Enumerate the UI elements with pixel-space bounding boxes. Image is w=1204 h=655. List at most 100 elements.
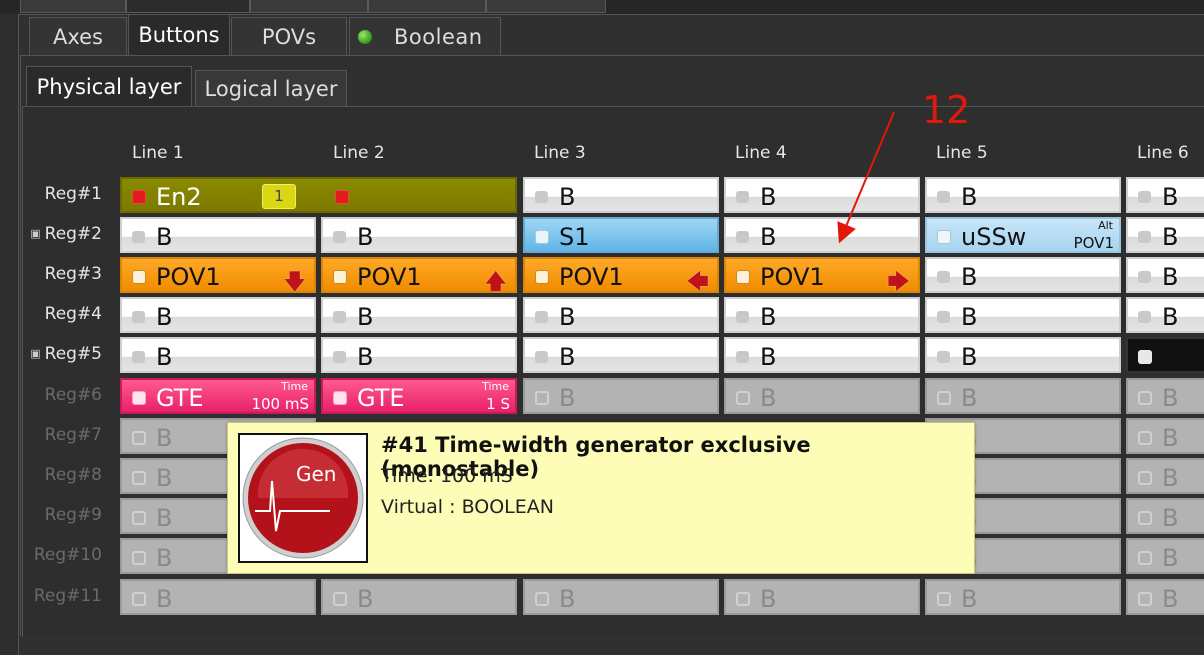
red-led-icon [132,190,146,204]
led-icon [333,391,347,405]
led-icon [937,351,950,363]
button-cell[interactable]: B [1126,458,1204,494]
led-icon [736,191,749,203]
red-led-icon [335,190,349,204]
cell-label: B [1162,223,1179,251]
button-cell[interactable]: En2 1 [120,177,517,213]
led-icon [937,391,951,405]
down-arrow-icon: 🡇 [283,270,306,293]
button-cell[interactable]: B [1126,257,1204,293]
button-cell[interactable]: B [523,177,719,213]
button-cell[interactable]: S1 [523,217,719,253]
cell-label: B [760,303,777,331]
button-cell[interactable]: GTE Time 100 mS [120,378,316,414]
led-icon [1138,592,1152,606]
button-cell[interactable]: B [724,378,920,414]
button-cell[interactable]: B [925,177,1121,213]
button-cell[interactable]: B [925,337,1121,373]
row-header: Reg#11 [33,586,102,606]
button-cell[interactable]: B [724,217,920,253]
button-cell[interactable]: B [321,217,517,253]
led-icon [1138,431,1152,445]
button-cell[interactable] [1126,337,1204,373]
button-cell[interactable]: B [925,257,1121,293]
led-icon [333,351,346,363]
button-cell[interactable]: B [724,177,920,213]
tab-boolean[interactable]: Boolean [349,17,501,55]
cell-label: B [357,343,374,371]
cell-label: B [156,544,173,572]
tab-test[interactable] [368,0,486,13]
button-cell[interactable]: B [120,217,316,253]
row-header: ▣ Reg#5 [30,344,102,364]
button-cell[interactable]: B [925,297,1121,333]
led-icon [736,270,750,284]
tab-axes[interactable]: Axes [29,17,127,55]
tab-povs[interactable]: POVs [231,17,347,55]
button-cell[interactable]: B [523,579,719,615]
cell-label: S1 [559,223,590,251]
cell-label: En2 [156,183,202,211]
button-cell[interactable]: B [1126,538,1204,574]
tab-info[interactable] [486,0,606,13]
button-cell[interactable]: B [523,337,719,373]
tab-buttons[interactable]: Buttons [128,14,230,55]
row-header: ▣ Reg#2 [30,224,102,244]
button-cell[interactable]: B [1126,217,1204,253]
cell-label: B [961,263,978,291]
tab-logical-layer[interactable]: Logical layer [195,70,347,106]
button-cell[interactable]: B [523,297,719,333]
button-cell[interactable]: B [724,297,920,333]
left-arrow-icon: 🡄 [686,270,709,293]
button-cell[interactable]: B [321,337,517,373]
cell-label: uSSw [961,223,1027,251]
button-cell[interactable]: B [1126,418,1204,454]
cell-label: B [961,303,978,331]
button-cell[interactable]: B [120,579,316,615]
cell-label: B [760,223,777,251]
tab-macro[interactable] [250,0,368,13]
button-cell[interactable]: B [925,378,1121,414]
led-icon [535,592,549,606]
led-icon [333,592,347,606]
cell-label: GTE [156,384,204,412]
button-cell[interactable]: uSSw Alt POV1 [925,217,1121,253]
button-cell[interactable]: B [1126,498,1204,534]
cell-label: B [1162,303,1179,331]
row-header: Reg#8 [44,465,102,485]
tab-active-main[interactable] [126,0,250,13]
button-cell[interactable]: B [925,579,1121,615]
button-cell[interactable]: POV1 🡄 [523,257,719,293]
cell-label: B [760,183,777,211]
button-cell[interactable]: B [523,378,719,414]
button-cell[interactable]: POV1 🡅 [321,257,517,293]
cell-label: B [559,384,576,412]
button-cell[interactable]: B [1126,177,1204,213]
button-cell[interactable]: B [1126,579,1204,615]
button-cell[interactable]: B [1126,297,1204,333]
button-cell[interactable]: GTE Time 1 S [321,378,517,414]
led-icon [333,311,346,323]
cell-label: B [156,223,173,251]
button-cell[interactable]: POV1 🡇 [120,257,316,293]
tab-physical-layer[interactable]: Physical layer [26,66,192,106]
cell-label: POV1 [156,263,221,291]
button-cell[interactable]: B [321,297,517,333]
cell-modifier-label: Alt [1098,219,1113,232]
led-icon [736,231,749,243]
tab-global[interactable] [20,0,126,13]
button-cell[interactable]: B [120,297,316,333]
led-icon [937,230,951,244]
button-cell[interactable]: B [724,337,920,373]
button-cell[interactable]: B [724,579,920,615]
tooltip-time: Time: 100 mS [381,465,513,487]
right-arrow-icon: 🡆 [887,270,910,293]
cell-label: B [760,585,777,613]
column-header: Line 4 [735,143,787,163]
lock-icon: ▣ [30,227,41,240]
button-cell[interactable]: B [321,579,517,615]
button-cell[interactable]: B [1126,378,1204,414]
button-cell[interactable]: POV1 🡆 [724,257,920,293]
button-cell[interactable]: B [120,337,316,373]
cell-label: B [156,424,173,452]
